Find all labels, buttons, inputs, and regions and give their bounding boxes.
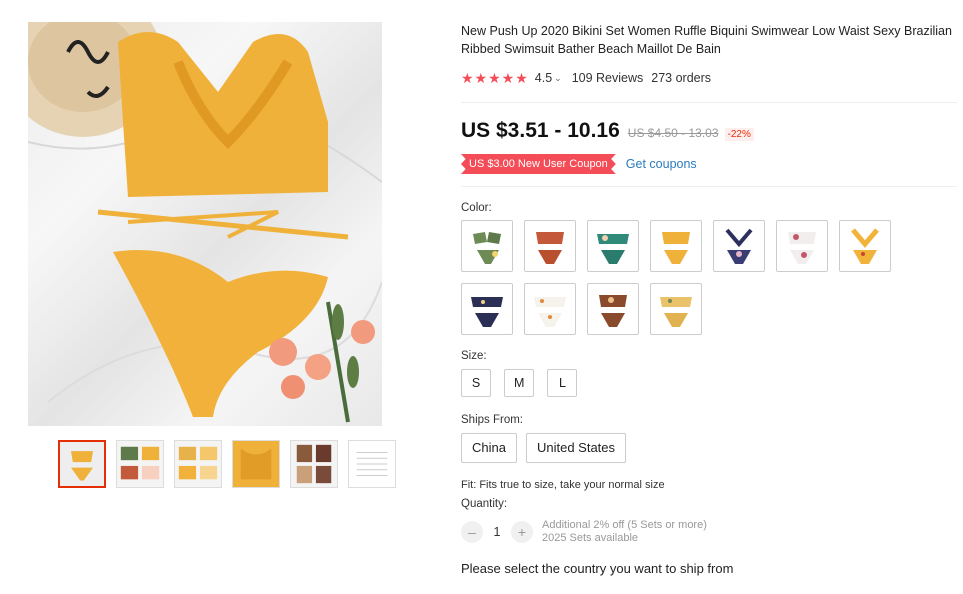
- main-product-image[interactable]: [28, 22, 382, 426]
- stock-available: 2025 Sets available: [542, 532, 639, 544]
- product-info: New Push Up 2020 Bikini Set Women Ruffle…: [461, 22, 961, 576]
- shipping-message: Please select the country you want to sh…: [461, 561, 734, 576]
- color-swatch-rust-ruffle[interactable]: [524, 220, 576, 272]
- original-price: US $4.50 - 13.03: [627, 126, 719, 140]
- coupon-row: US $3.00 New User Coupon Get coupons: [461, 154, 961, 174]
- color-swatch-mustard-floral[interactable]: [650, 283, 702, 335]
- color-swatch-olive-floral[interactable]: [461, 220, 513, 272]
- size-option-l[interactable]: L: [547, 369, 578, 397]
- get-coupons-link[interactable]: Get coupons: [626, 157, 697, 171]
- divider: [461, 102, 957, 103]
- color-swatch-mustard-ruffle[interactable]: [650, 220, 702, 272]
- thumbnail-4[interactable]: [232, 440, 280, 488]
- bikini-photo: [28, 22, 382, 423]
- discount-badge: -22%: [724, 128, 754, 141]
- new-user-coupon[interactable]: US $3.00 New User Coupon: [461, 154, 616, 174]
- ships-from-china[interactable]: China: [461, 433, 517, 463]
- thumbnail-2[interactable]: [116, 440, 164, 488]
- color-swatch-yellow-floral[interactable]: [839, 220, 891, 272]
- thumbnail-6[interactable]: [348, 440, 396, 488]
- ships-from-united-states[interactable]: United States: [525, 433, 627, 463]
- quantity-value[interactable]: 1: [483, 525, 511, 539]
- chevron-down-icon[interactable]: ⌄: [554, 73, 562, 84]
- rating-row: ★★★★★ 4.5 ⌄ 109 Reviews 273 orders: [461, 70, 961, 86]
- size-options: S M L: [461, 369, 961, 397]
- thumbnail-5[interactable]: [290, 440, 338, 488]
- color-swatch-white-print[interactable]: [524, 283, 576, 335]
- orders-count: 273 orders: [651, 71, 712, 85]
- color-swatch-brown-floral[interactable]: [587, 283, 639, 335]
- product-title: New Push Up 2020 Bikini Set Women Ruffle…: [461, 24, 952, 56]
- divider: [461, 186, 957, 187]
- thumbnail-1[interactable]: [58, 440, 106, 488]
- color-swatch-navy-floral[interactable]: [713, 220, 765, 272]
- quantity-decrease-button[interactable]: –: [461, 521, 483, 543]
- color-swatches: [461, 220, 901, 335]
- color-swatch-white-floral[interactable]: [776, 220, 828, 272]
- rating-value[interactable]: 4.5: [535, 71, 552, 85]
- quantity-increase-button[interactable]: +: [511, 521, 533, 543]
- ships-from-label: Ships From:: [461, 414, 523, 426]
- quantity-note: Additional 2% off (5 Sets or more) 2025 …: [542, 519, 707, 545]
- ships-from-options: China United States: [461, 433, 961, 463]
- current-price: US $3.51 - 10.16: [461, 119, 620, 142]
- image-thumbnails: [58, 440, 396, 488]
- color-label: Color:: [461, 202, 492, 214]
- reviews-link[interactable]: 109 Reviews: [572, 71, 644, 85]
- color-swatch-navy-print[interactable]: [461, 283, 513, 335]
- bulk-discount-note: Additional 2% off (5 Sets or more): [542, 519, 707, 531]
- thumbnail-3[interactable]: [174, 440, 222, 488]
- color-swatch-teal-print[interactable]: [587, 220, 639, 272]
- quantity-stepper: – 1 + Additional 2% off (5 Sets or more)…: [461, 519, 961, 545]
- size-label: Size:: [461, 350, 487, 362]
- size-option-m[interactable]: M: [504, 369, 535, 397]
- size-option-s[interactable]: S: [461, 369, 491, 397]
- quantity-label: Quantity:: [461, 498, 508, 510]
- rating-stars-icon: ★★★★★: [461, 69, 529, 86]
- price-row: US $3.51 - 10.16 US $4.50 - 13.03 -22%: [461, 119, 961, 143]
- fit-note: Fit: Fits true to size, take your normal…: [461, 479, 665, 491]
